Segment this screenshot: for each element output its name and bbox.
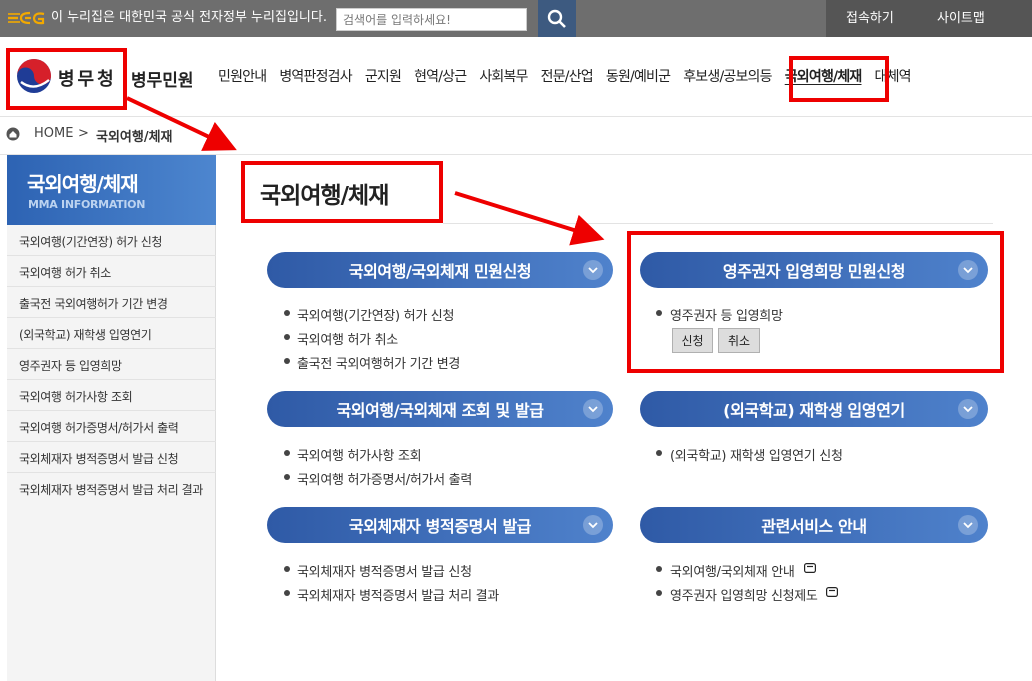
- sidebar-divider: [7, 472, 216, 473]
- nav-civil-guide[interactable]: 민원안내: [218, 66, 267, 88]
- sidebar-item-certificate-print[interactable]: 국외여행 허가증명서/허가서 출력: [19, 419, 179, 436]
- external-link-icon: [826, 587, 838, 597]
- sidebar-item-resident-enlist[interactable]: 영주권자 등 입영희망: [19, 357, 122, 374]
- gov-notice-text: 이 누리집은 대한민국 공식 전자정부 누리집입니다.: [51, 10, 327, 25]
- link-travel-guide[interactable]: 국외여행/국외체재 안내: [670, 561, 795, 580]
- nav-highlight-box: [789, 56, 889, 102]
- header-divider: [0, 116, 1032, 117]
- sidebar-divider: [7, 441, 216, 442]
- taegeuk-logo-icon: [17, 59, 51, 93]
- bullet-dot: [284, 334, 290, 340]
- section-label: 영주권자 입영희망 민원신청: [722, 262, 906, 281]
- sidebar-item-period-change[interactable]: 출국전 국외여행허가 기간 변경: [19, 295, 168, 312]
- section-label: 국외체재자 병적증명서 발급: [348, 517, 532, 536]
- section-travel-apply-button[interactable]: 국외여행/국외체재 민원신청: [267, 252, 613, 288]
- external-link-icon: [804, 563, 816, 573]
- sidebar-item-permit-inquiry[interactable]: 국외여행 허가사항 조회: [19, 388, 133, 405]
- top-links: 접속하기 사이트맵: [826, 0, 1032, 37]
- chevron-down-icon: [583, 515, 603, 535]
- section-label: 국외여행/국외체재 조회 및 발급: [336, 401, 544, 420]
- bullet-dot: [656, 450, 662, 456]
- sidebar-item-travel-permit[interactable]: 국외여행(기간연장) 허가 신청: [19, 233, 162, 250]
- link-period-change[interactable]: 출국전 국외여행허가 기간 변경: [297, 353, 460, 372]
- chevron-down-icon: [958, 399, 978, 419]
- bullet-dot: [656, 590, 662, 596]
- bullet-dot: [656, 566, 662, 572]
- section-label: 국외여행/국외체재 민원신청: [348, 262, 532, 281]
- chevron-down-icon: [583, 399, 603, 419]
- link-resident-system[interactable]: 영주권자 입영희망 신청제도: [670, 585, 818, 604]
- sidebar-divider: [7, 348, 216, 349]
- sidebar-item-record-result[interactable]: 국외체재자 병적증명서 발급 처리 결과: [19, 481, 203, 498]
- arrow-title-to-resident: [454, 191, 605, 246]
- search-button[interactable]: [538, 0, 576, 37]
- link-permit-cancel[interactable]: 국외여행 허가 취소: [297, 329, 398, 348]
- bullet-dot: [284, 566, 290, 572]
- breadcrumb-current: 국외여행/체재: [96, 130, 173, 145]
- apply-button[interactable]: 신청: [672, 328, 713, 353]
- sidebar-divider: [7, 255, 216, 256]
- resident-enlist-label: 영주권자 등 입영희망: [670, 309, 783, 324]
- sidebar-divider: [7, 317, 216, 318]
- sidebar-item-student-deferral[interactable]: (외국학교) 재학생 입영연기: [19, 326, 152, 343]
- sidebar-divider: [7, 410, 216, 411]
- sidebar-title: 국외여행/체재: [27, 172, 139, 196]
- sidebar-header: 국외여행/체재 MMA INFORMATION: [7, 155, 216, 225]
- nav-active-duty[interactable]: 현역/상근: [414, 66, 467, 88]
- chevron-down-icon: [958, 515, 978, 535]
- link-record-request[interactable]: 국외체재자 병적증명서 발급 신청: [297, 561, 472, 580]
- page-title: 국외여행/체재: [260, 183, 389, 209]
- section-label: (외국학교) 재학생 입영연기: [723, 401, 905, 420]
- sidebar-subtitle: MMA INFORMATION: [28, 198, 146, 211]
- bullet-dot: [656, 310, 662, 316]
- link-permit-inquiry[interactable]: 국외여행 허가사항 조회: [297, 445, 422, 464]
- eg-logo-icon: [8, 11, 45, 25]
- sidebar-item-record-request[interactable]: 국외체재자 병적증명서 발급 신청: [19, 450, 179, 467]
- cancel-button[interactable]: 취소: [718, 328, 760, 353]
- service-name[interactable]: 병무민원: [131, 66, 194, 91]
- title-divider: [443, 223, 993, 224]
- bullet-dot: [284, 310, 290, 316]
- nav-candidates[interactable]: 후보생/공보의등: [683, 66, 772, 88]
- sidebar-menu: 국외여행(기간연장) 허가 신청 국외여행 허가 취소 출국전 국외여행허가 기…: [7, 225, 216, 681]
- sidebar-divider: [7, 379, 216, 380]
- link-student-deferral[interactable]: (외국학교) 재학생 입영연기 신청: [670, 445, 843, 464]
- nav-social-service[interactable]: 사회복무: [479, 66, 528, 88]
- section-resident-enlist-button[interactable]: 영주권자 입영희망 민원신청: [640, 252, 988, 288]
- section-student-deferral-button[interactable]: (외국학교) 재학생 입영연기: [640, 391, 988, 427]
- sidebar-item-permit-cancel[interactable]: 국외여행 허가 취소: [19, 264, 111, 281]
- link-record-result[interactable]: 국외체재자 병적증명서 발급 처리 결과: [297, 585, 499, 604]
- chevron-down-icon: [958, 260, 978, 280]
- sitemap-link[interactable]: 사이트맵: [937, 0, 985, 37]
- link-certificate-print[interactable]: 국외여행 허가증명서/허가서 출력: [297, 469, 472, 488]
- breadcrumb-home[interactable]: HOME: [34, 126, 73, 141]
- section-inquiry-issue-button[interactable]: 국외여행/국외체재 조회 및 발급: [267, 391, 613, 427]
- nav-military-exam[interactable]: 병역판정검사: [279, 66, 352, 88]
- search-input[interactable]: [336, 8, 527, 31]
- search-icon: [547, 9, 566, 28]
- breadcrumb-separator: >: [78, 126, 89, 141]
- bullet-dot: [284, 474, 290, 480]
- bullet-dot: [284, 358, 290, 364]
- chevron-down-icon: [583, 260, 603, 280]
- sidebar-divider: [7, 286, 216, 287]
- logo-text: 병무청: [58, 69, 117, 90]
- nav-professional[interactable]: 전문/산업: [541, 66, 594, 88]
- page-title-highlight-box: 국외여행/체재: [241, 161, 443, 223]
- top-utility-bar: 이 누리집은 대한민국 공식 전자정부 누리집입니다. 접속하기 사이트맵: [0, 0, 1032, 37]
- link-travel-permit[interactable]: 국외여행(기간연장) 허가 신청: [297, 305, 454, 324]
- nav-enlist[interactable]: 군지원: [365, 66, 402, 88]
- nav-reserve[interactable]: 동원/예비군: [606, 66, 671, 88]
- bullet-dot: [284, 450, 290, 456]
- connect-link[interactable]: 접속하기: [846, 0, 894, 37]
- home-icon: [6, 127, 20, 141]
- logo-highlight-box[interactable]: 병무청: [6, 48, 127, 110]
- section-related-services-button[interactable]: 관련서비스 안내: [640, 507, 988, 543]
- bullet-dot: [284, 590, 290, 596]
- section-record-certificate-button[interactable]: 국외체재자 병적증명서 발급: [267, 507, 613, 543]
- section-label: 관련서비스 안내: [761, 517, 867, 536]
